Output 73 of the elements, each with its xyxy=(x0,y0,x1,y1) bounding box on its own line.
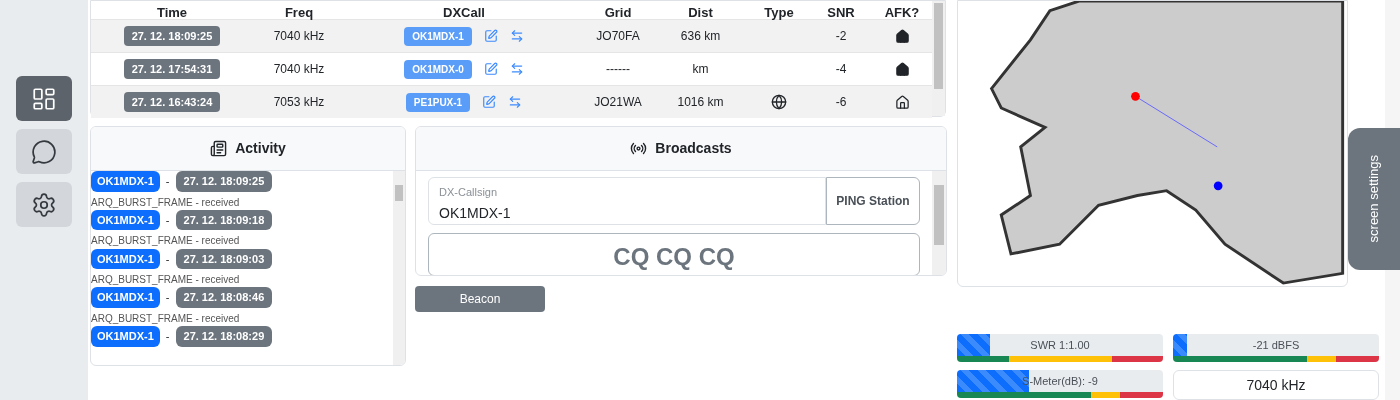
time-badge: 27. 12. 18:09:25 xyxy=(175,171,273,192)
column-header: Dist xyxy=(687,6,714,19)
callsign-badge: OK1MDX-0 xyxy=(404,59,472,79)
table-cell-text: -2 xyxy=(834,28,848,45)
panel-title: Broadcasts xyxy=(655,139,732,158)
time-badge: 27. 12. 18:08:29 xyxy=(175,326,273,347)
table-cell-text: 7053 kHz xyxy=(272,94,326,111)
swap-arrows-icon[interactable] xyxy=(508,95,523,109)
column-header: DXCall xyxy=(442,6,486,19)
table-cell-text: 7040 kHz xyxy=(272,61,326,78)
callsign-badge: OK1MDX-1 xyxy=(404,26,472,46)
separator-text: - xyxy=(165,174,170,189)
time-badge: 27. 12. 17:54:31 xyxy=(123,58,221,80)
column-header: Grid xyxy=(603,6,633,19)
scrollbar[interactable] xyxy=(393,171,405,365)
time-badge: 27. 12. 18:08:46 xyxy=(175,287,273,308)
time-badge: 27. 12. 16:43:24 xyxy=(123,91,221,113)
activity-message: ARQ_BURST_FRAME - received xyxy=(91,311,241,326)
meter-label: SWR 1:1.00 xyxy=(1030,338,1090,353)
table-cell-text: 7040 kHz xyxy=(272,28,326,45)
column-header: Freq xyxy=(283,6,315,19)
column-header: Time xyxy=(155,6,189,19)
callsign-badge: PE1PUX-1 xyxy=(405,92,471,112)
callsign-badge: OK1MDX-1 xyxy=(91,209,160,231)
frequency-display: 7040 kHz xyxy=(1173,370,1379,400)
callsign-badge: OK1MDX-1 xyxy=(91,171,160,192)
time-badge: 27. 12. 18:09:25 xyxy=(123,25,221,47)
table-cell-text: -4 xyxy=(834,61,848,78)
list-icon xyxy=(210,140,228,157)
table-cell-text: ------ xyxy=(605,61,631,78)
separator-text: - xyxy=(165,251,170,267)
column-header: AFK? xyxy=(883,6,921,19)
ping-station-button[interactable]: PING Station xyxy=(826,177,920,225)
table-cell-text: JO70FA xyxy=(595,28,641,45)
beacon-button[interactable]: Beacon xyxy=(415,286,545,312)
separator-text: - xyxy=(165,290,170,306)
column-header: Type xyxy=(763,6,795,19)
swap-arrows-icon[interactable] xyxy=(509,29,524,43)
scrollbar[interactable] xyxy=(932,1,945,116)
sidebar-button[interactable] xyxy=(16,182,72,227)
activity-message: ARQ_BURST_FRAME - received xyxy=(91,234,241,249)
time-badge: 27. 12. 18:09:03 xyxy=(175,248,273,270)
edit-icon[interactable] xyxy=(483,62,498,76)
screen-settings-tab[interactable]: screen settings xyxy=(1348,128,1400,270)
separator-text: - xyxy=(165,212,170,228)
settings-icon xyxy=(31,191,57,218)
scrollbar[interactable] xyxy=(932,171,946,275)
callsign-badge: OK1MDX-1 xyxy=(91,287,160,308)
swap-arrows-icon[interactable] xyxy=(509,62,524,76)
table-cell-text: JO21WA xyxy=(593,94,643,111)
callsign-badge: OK1MDX-1 xyxy=(91,248,160,270)
chat-icon xyxy=(31,138,57,165)
table-cell-text: 636 km xyxy=(679,28,722,45)
activity-message: ARQ_BURST_FRAME - received xyxy=(91,195,241,210)
broadcast-icon xyxy=(630,140,648,157)
activity-message: ARQ_BURST_FRAME - received xyxy=(91,273,241,288)
dashboard-icon xyxy=(31,85,57,112)
meter-label: -21 dBFS xyxy=(1252,338,1300,353)
time-badge: 27. 12. 18:09:18 xyxy=(175,209,273,231)
edit-icon[interactable] xyxy=(483,29,498,43)
field-value: OK1MDX-1 xyxy=(439,203,512,223)
sidebar-button[interactable] xyxy=(16,129,72,174)
table-cell-text: km xyxy=(691,61,710,78)
edit-icon[interactable] xyxy=(482,95,497,109)
sidebar-button[interactable] xyxy=(16,76,72,121)
column-header: SNR xyxy=(826,6,856,19)
table-cell-text: 1016 km xyxy=(676,94,725,111)
separator-text: - xyxy=(165,329,170,345)
callsign-input-field[interactable]: DX-Callsign OK1MDX-1 xyxy=(428,177,826,225)
table-cell-text: -6 xyxy=(834,94,848,111)
callsign-badge: OK1MDX-1 xyxy=(91,326,160,347)
panel-title: Activity xyxy=(235,139,286,158)
field-label: DX-Callsign xyxy=(439,185,499,200)
